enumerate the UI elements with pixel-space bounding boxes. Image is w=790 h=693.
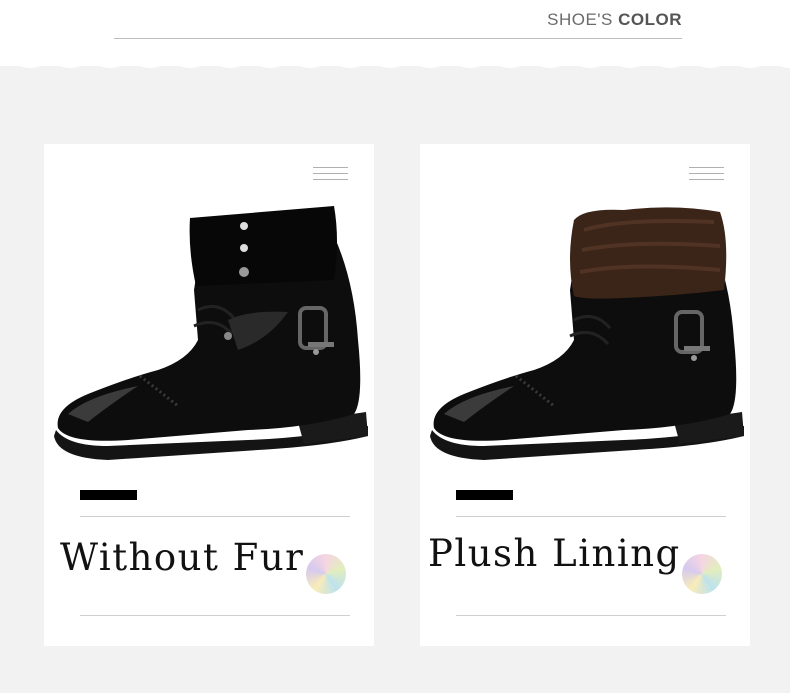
boot-plush-lining-image [430, 207, 744, 460]
menu-lines-icon [313, 167, 348, 181]
wave-divider [0, 62, 790, 68]
boot-without-fur-image [54, 206, 368, 460]
section-title-thin: SHOE'S [547, 10, 613, 29]
divider [80, 516, 350, 517]
divider [456, 516, 726, 517]
holographic-badge-icon [306, 554, 346, 594]
accent-bar [456, 490, 513, 500]
divider [456, 615, 726, 616]
variant-label: Without Fur [60, 536, 305, 579]
holographic-badge-icon [682, 554, 722, 594]
color-card-plush-lining[interactable]: Plush Lining [420, 144, 750, 646]
section-title: SHOE'S COLOR [547, 10, 682, 30]
accent-bar [80, 490, 137, 500]
divider [80, 615, 350, 616]
menu-lines-icon [689, 167, 724, 181]
header-divider [114, 38, 682, 39]
section-title-bold: COLOR [618, 10, 682, 29]
variant-label: Plush Lining [428, 532, 681, 575]
color-card-without-fur[interactable]: Without Fur [44, 144, 374, 646]
